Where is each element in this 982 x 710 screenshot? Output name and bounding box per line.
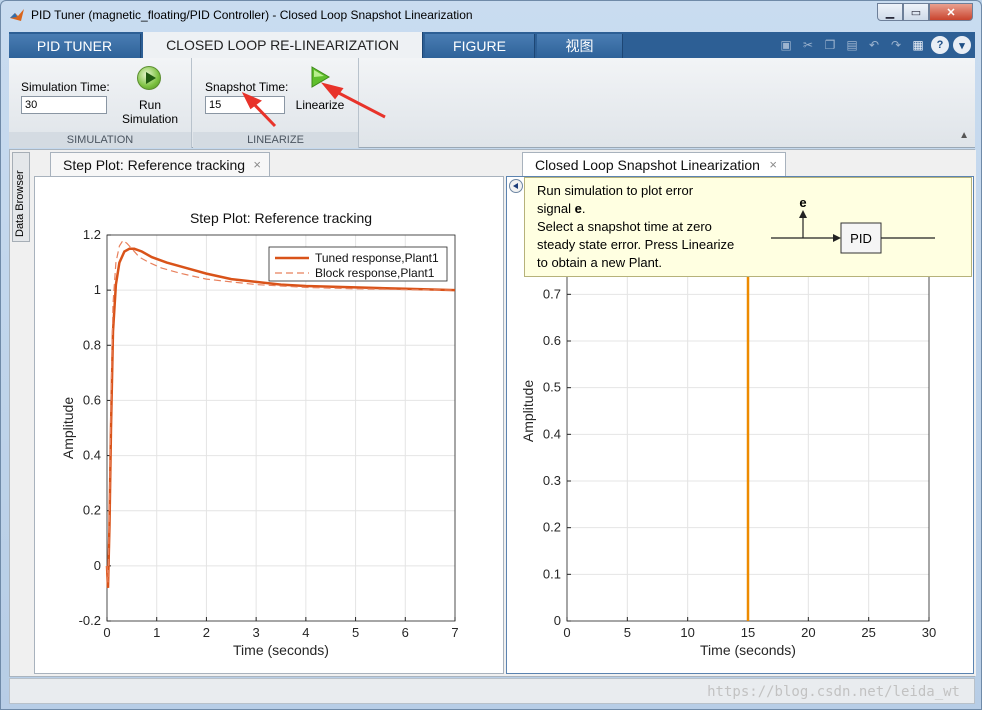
x-tick-label: 3 (253, 625, 260, 640)
step-plot-chart: 0 1 2 3 4 5 6 7-0.200.20.40.60.811.2Time (secon… (60, 210, 459, 658)
step-plot-tab[interactable]: Step Plot: Reference tracking × (50, 152, 270, 176)
watermark-text: https://blog.csdn.net/leida_wt (707, 684, 960, 700)
y-tick-label: 0.5 (543, 380, 561, 395)
document-area: Data Browser Step Plot: Reference tracki… (9, 149, 976, 677)
y-tick-label: 0.6 (543, 333, 561, 348)
tooltip-line: signal e. (537, 200, 734, 218)
arrow-up-icon (799, 210, 807, 218)
series-line (105, 247, 456, 588)
status-bar: https://blog.csdn.net/leida_wt (9, 678, 975, 704)
x-tick-label: 5 (624, 625, 631, 640)
series-line (106, 239, 456, 583)
legend-label: Tuned response,Plant1 (315, 251, 439, 265)
x-tick-label: 4 (302, 625, 309, 640)
x-tick-label: 0 (103, 625, 110, 640)
x-tick-label: 0 (563, 625, 570, 640)
axes-box (106, 234, 456, 622)
x-tick-label: 15 (741, 625, 755, 640)
x-axis-label: Time (seconds) (700, 642, 796, 658)
step-plot-panel: Step Plot: Reference tracking × 0 1 2 3 4 5 6 7… (34, 150, 504, 676)
y-tick-label: 1.2 (83, 227, 101, 242)
y-tick-label: 0.6 (83, 392, 101, 407)
y-tick-label: 0 (554, 613, 561, 628)
x-tick-label: 1 (153, 625, 160, 640)
x-axis-label: Time (seconds) (233, 642, 329, 658)
y-tick-label: 0.4 (83, 448, 101, 463)
help-tooltip: Run simulation to plot error signal e. S… (524, 177, 972, 277)
y-tick-label: 0.4 (543, 426, 561, 441)
chart-title: Step Plot: Reference tracking (190, 210, 372, 226)
x-tick-label: 5 (352, 625, 359, 640)
tooltip-text: Run simulation to plot error signal e. S… (537, 182, 734, 272)
app-window: PID Tuner (magnetic_floating/PID Control… (0, 0, 982, 710)
x-tick-label: 7 (451, 625, 458, 640)
tooltip-line: to obtain a new Plant. (537, 255, 663, 270)
diagram-signal-e: e (799, 195, 806, 210)
y-axis-label: Amplitude (60, 397, 76, 459)
tooltip-line: Select a snapshot time at zero (537, 219, 712, 234)
y-tick-label: 0.2 (543, 520, 561, 535)
tooltip-line-text: signal (537, 201, 575, 216)
x-tick-label: 6 (402, 625, 409, 640)
x-tick-label: 25 (861, 625, 875, 640)
red-arrows (241, 82, 386, 128)
x-tick-label: 30 (922, 625, 936, 640)
step-plot-canvas[interactable]: 0 1 2 3 4 5 6 7 -0.2 0 0.2 0.4 0.6 0.8 1 1.2 Time (secon… (34, 176, 504, 674)
snapshot-tab[interactable]: Closed Loop Snapshot Linearization × (522, 152, 786, 176)
close-tab-icon[interactable]: × (253, 157, 261, 172)
data-browser-toggle[interactable]: Data Browser (12, 152, 30, 242)
pid-diagram: e PID (771, 195, 935, 254)
x-tick-label: 2 (203, 625, 210, 640)
y-tick-label: 1 (94, 282, 101, 297)
y-tick-label: 0.8 (83, 337, 101, 352)
y-tick-label: 0.7 (543, 286, 561, 301)
collapse-tooltip-icon[interactable] (509, 179, 523, 193)
data-browser-label: Data Browser (14, 170, 26, 237)
tooltip-signal-name: e (574, 201, 582, 216)
arrow-right-icon (833, 234, 841, 242)
y-tick-label: 0 (94, 558, 101, 573)
x-tick-label: 10 (680, 625, 694, 640)
close-tab-icon[interactable]: × (769, 157, 777, 172)
y-tick-label: -0.2 (79, 613, 101, 628)
step-plot-tab-label: Step Plot: Reference tracking (63, 156, 246, 173)
pid-block-label: PID (850, 231, 872, 246)
y-axis-label: Amplitude (520, 380, 536, 442)
red-arrowhead-2 (320, 82, 344, 100)
tooltip-line-text: . (581, 201, 586, 216)
y-tick-label: 0.3 (543, 473, 561, 488)
tooltip-line: steady state error. Press Linearize (537, 237, 735, 252)
snapshot-tab-label: Closed Loop Snapshot Linearization (535, 156, 760, 173)
y-tick-label: 0.2 (83, 503, 101, 518)
tooltip-line: Run simulation to plot error (537, 183, 694, 198)
x-tick-label: 20 (801, 625, 815, 640)
legend-label: Block response,Plant1 (315, 266, 435, 280)
y-tick-label: 0.1 (543, 566, 561, 581)
